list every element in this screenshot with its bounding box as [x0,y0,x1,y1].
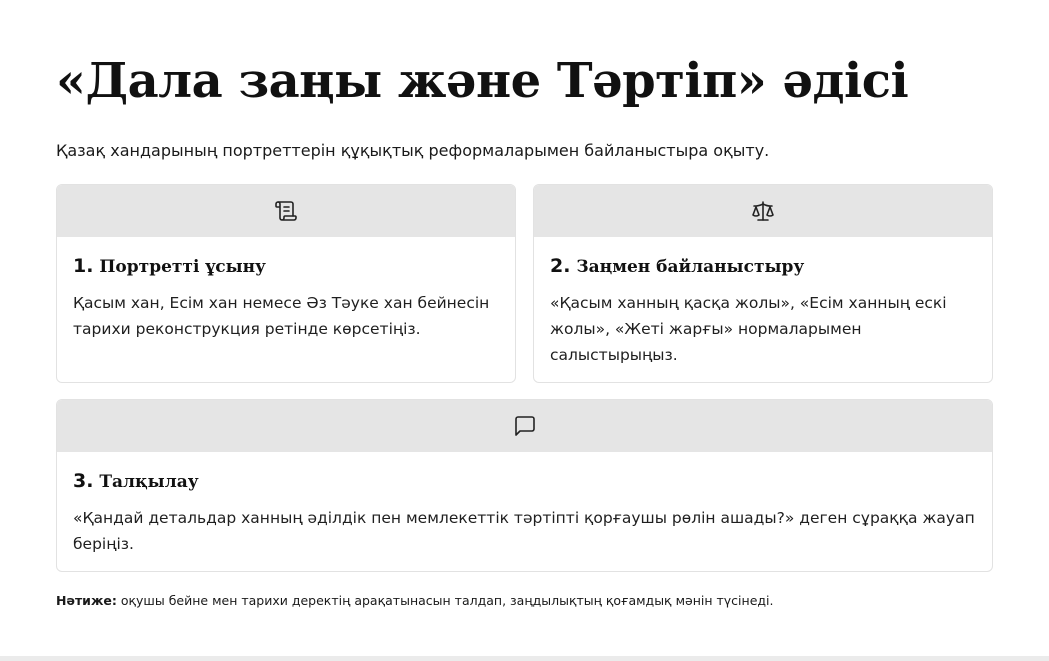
step-card-header [534,185,992,237]
step-number: 3. [73,470,94,492]
page-title: «Дала заңы және Тәртіп» әдісі [56,53,909,109]
page-subtitle: Қазақ хандарының портреттерін құқықтық р… [56,141,770,160]
scroll-icon [275,201,297,221]
step-text: Қасым хан, Есім хан немесе Әз Тәуке хан … [73,294,490,338]
step-card-header [57,185,515,237]
step-card-body: 1. Портретті ұсыну Қасым хан, Есім хан н… [57,237,515,342]
step-card-2: 2. Заңмен байланыстыру «Қасым ханның қас… [533,184,993,383]
step-title-text: Талқылау [99,472,199,492]
step-number: 2. [550,255,571,277]
result-note: Нәтиже: оқушы бейне мен тарихи деректің … [56,592,773,610]
result-text: оқушы бейне мен тарихи деректің арақатын… [116,593,774,608]
step-title: 3. Талқылау [73,470,976,493]
step-title-text: Заңмен байланыстыру [576,257,805,277]
step-card-3: 3. Талқылау «Қандай детальдар ханның әді… [56,399,993,572]
step-card-header [57,400,992,452]
step-number: 1. [73,255,94,277]
message-icon [514,416,535,436]
result-label: Нәтиже: [56,593,117,608]
step-text: «Қасым ханның қасқа жолы», «Есім ханның … [550,294,947,364]
scale-icon [752,201,774,221]
step-title-text: Портретті ұсыну [99,257,266,277]
step-card-1: 1. Портретті ұсыну Қасым хан, Есім хан н… [56,184,516,383]
step-card-body: 2. Заңмен байланыстыру «Қасым ханның қас… [534,237,992,368]
step-card-body: 3. Талқылау «Қандай детальдар ханның әді… [57,452,992,557]
step-text: «Қандай детальдар ханның әділдік пен мем… [73,509,975,553]
step-title: 1. Портретті ұсыну [73,255,499,278]
step-title: 2. Заңмен байланыстыру [550,255,976,278]
